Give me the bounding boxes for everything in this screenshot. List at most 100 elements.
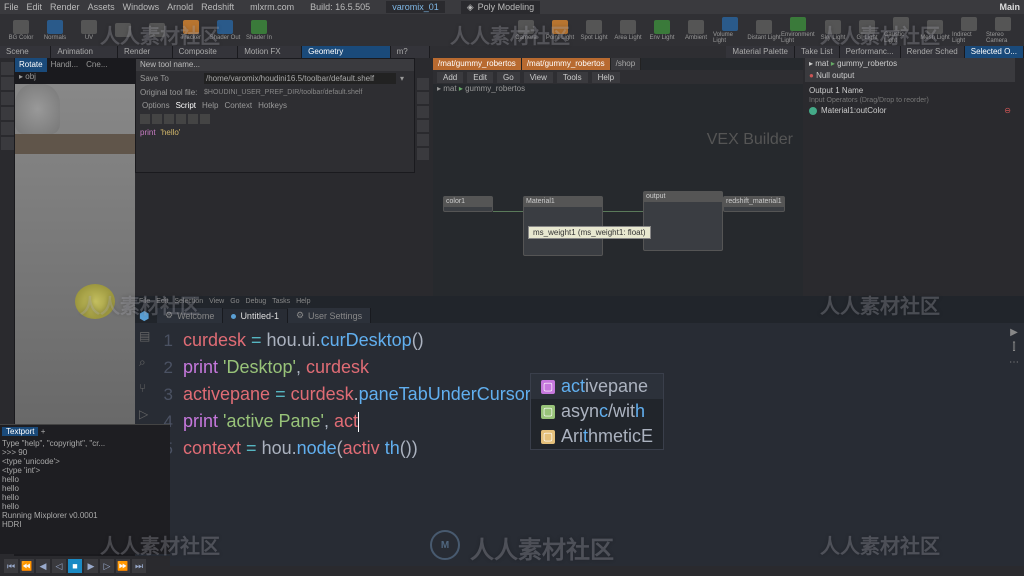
- tool-icon[interactable]: [1, 92, 14, 105]
- prev-frame-icon[interactable]: ◀: [36, 559, 50, 573]
- play-icon[interactable]: ▶: [1010, 327, 1018, 338]
- node-btn-help[interactable]: Help: [592, 72, 620, 83]
- pane-tab[interactable]: Performanc...: [840, 46, 901, 58]
- shelf-tool[interactable]: Camera: [509, 16, 543, 44]
- more-icon[interactable]: ⋯: [1009, 357, 1019, 368]
- node-tab[interactable]: /mat/gummy_robertos: [433, 58, 522, 70]
- node-tab[interactable]: /shop: [611, 58, 642, 70]
- split-icon[interactable]: ⫿: [1012, 342, 1015, 353]
- pane-tab[interactable]: Render Sched: [901, 46, 965, 58]
- next-frame-icon[interactable]: ▷: [100, 559, 114, 573]
- editor-menu-view[interactable]: View: [209, 298, 224, 305]
- debug-icon[interactable]: ▷: [139, 407, 153, 421]
- editor-tab[interactable]: Untitled-1: [223, 309, 288, 323]
- input-item[interactable]: Material1:outColor: [821, 106, 886, 115]
- shelf-tool[interactable]: Environment Light: [781, 16, 815, 44]
- shelf-tool[interactable]: Indirect Light: [952, 16, 986, 44]
- shelf-tool[interactable]: Shader In: [242, 16, 276, 44]
- shelf-tab[interactable]: Help: [202, 101, 218, 110]
- sidebar-tool[interactable]: [417, 134, 429, 146]
- tool-icon[interactable]: [1, 122, 14, 135]
- editor-menu-help[interactable]: Help: [296, 298, 310, 305]
- toolbar-button[interactable]: [200, 114, 210, 124]
- last-frame-icon[interactable]: ⏭: [132, 559, 146, 573]
- prev-key-icon[interactable]: ⏪: [20, 559, 34, 573]
- editor-menu-file[interactable]: File: [139, 298, 150, 305]
- menu-assets[interactable]: Assets: [88, 2, 115, 12]
- editor-menu-go[interactable]: Go: [230, 298, 239, 305]
- add-tab-icon[interactable]: +: [41, 427, 46, 436]
- editor-menu-edit[interactable]: Edit: [156, 298, 168, 305]
- save-to-field[interactable]: /home/varomix/houdini16.5/toolbar/defaul…: [204, 73, 396, 84]
- editor-tab[interactable]: ⚙User Settings: [288, 308, 371, 323]
- desktop-tab-varomix[interactable]: varomix_01: [386, 1, 445, 13]
- tool-icon[interactable]: [1, 62, 14, 75]
- toolbar-button[interactable]: [140, 114, 150, 124]
- tool-icon[interactable]: [1, 107, 14, 120]
- shelf-tab[interactable]: Hotkeys: [258, 101, 287, 110]
- shelf-tool[interactable]: GI Light: [850, 16, 884, 44]
- shelf-tool[interactable]: Tracker: [174, 16, 208, 44]
- search-icon[interactable]: ⌕: [139, 355, 153, 369]
- sidebar-tool[interactable]: [417, 106, 429, 118]
- toolbar-button[interactable]: [152, 114, 162, 124]
- node-btn-view[interactable]: View: [524, 72, 553, 83]
- autocomplete-item[interactable]: ▢async/with: [531, 399, 663, 424]
- toolbar-button[interactable]: [176, 114, 186, 124]
- pane-tab[interactable]: Render View: [118, 46, 173, 58]
- shelf-tool[interactable]: Area Light: [611, 16, 645, 44]
- shelf-tool[interactable]: BG Color: [4, 16, 38, 44]
- pane-tab[interactable]: Material Palette: [726, 46, 795, 58]
- desktop-tab-poly[interactable]: ◈ Poly Modeling: [461, 1, 540, 14]
- vp-path[interactable]: obj: [25, 72, 36, 81]
- shelf-tool[interactable]: Distant Light: [747, 16, 781, 44]
- vp-tab-handles[interactable]: Handl...: [47, 58, 83, 72]
- menu-windows[interactable]: Windows: [123, 2, 160, 12]
- node-name[interactable]: gummy_robertos: [465, 84, 525, 93]
- git-icon[interactable]: ⑂: [139, 381, 153, 395]
- pane-tab[interactable]: m?plore: [391, 46, 430, 58]
- sidebar-tool[interactable]: [417, 120, 429, 132]
- pane-tab[interactable]: Composite View: [173, 46, 239, 58]
- shelf-tab[interactable]: Context: [224, 101, 252, 110]
- shelf-tool[interactable]: Env Light: [645, 16, 679, 44]
- shelf-tab[interactable]: Script: [176, 101, 196, 110]
- shelf-tool[interactable]: Stereo Camera: [986, 16, 1020, 44]
- first-frame-icon[interactable]: ⏮: [4, 559, 18, 573]
- menu-file[interactable]: File: [4, 2, 19, 12]
- shelf-tool[interactable]: Volume Light: [713, 16, 747, 44]
- pane-tab[interactable]: Selected O...: [965, 46, 1024, 58]
- toolbar-button[interactable]: [164, 114, 174, 124]
- pane-tab[interactable]: Scene View: [0, 46, 51, 58]
- node-btn-tools[interactable]: Tools: [557, 72, 588, 83]
- tool-icon[interactable]: [1, 77, 14, 90]
- pane-tab[interactable]: Take List: [795, 46, 840, 58]
- shelf-tool[interactable]: Caustic Light: [884, 16, 918, 44]
- menu-edit[interactable]: Edit: [27, 2, 43, 12]
- play-back-icon[interactable]: ◁: [52, 559, 66, 573]
- node-path[interactable]: mat: [443, 84, 456, 93]
- autocomplete-item[interactable]: ▢activepane: [531, 374, 663, 399]
- shelf-tab[interactable]: Options: [142, 101, 170, 110]
- node-output[interactable]: output: [643, 191, 723, 251]
- pane-tab[interactable]: Animation Editor: [51, 46, 118, 58]
- shelf-tool[interactable]: [106, 16, 140, 44]
- menu-redshift[interactable]: Redshift: [201, 2, 234, 12]
- autocomplete-item[interactable]: ▢ArithmeticE: [531, 424, 663, 449]
- shelf-tool[interactable]: UV: [72, 16, 106, 44]
- play-icon[interactable]: ▶: [84, 559, 98, 573]
- editor-menu-selection[interactable]: Selection: [174, 298, 203, 305]
- shelf-tool[interactable]: Shader Out: [208, 16, 242, 44]
- menu-render[interactable]: Render: [50, 2, 80, 12]
- viewport-canvas[interactable]: [15, 84, 135, 454]
- sidebar-tool[interactable]: [417, 92, 429, 104]
- next-key-icon[interactable]: ⏩: [116, 559, 130, 573]
- editor-menu-tasks[interactable]: Tasks: [272, 298, 290, 305]
- vp-tab-cne[interactable]: Cne...: [82, 58, 111, 72]
- node-tab[interactable]: /mat/gummy_robertos: [522, 58, 611, 70]
- pane-tab[interactable]: Geometry Spreadsheet: [302, 46, 390, 58]
- pane-tab[interactable]: Motion FX View: [238, 46, 302, 58]
- shelf-tool[interactable]: Mesh Light: [918, 16, 952, 44]
- toolbar-button[interactable]: [188, 114, 198, 124]
- vp-tab-rotate[interactable]: Rotate: [15, 58, 47, 72]
